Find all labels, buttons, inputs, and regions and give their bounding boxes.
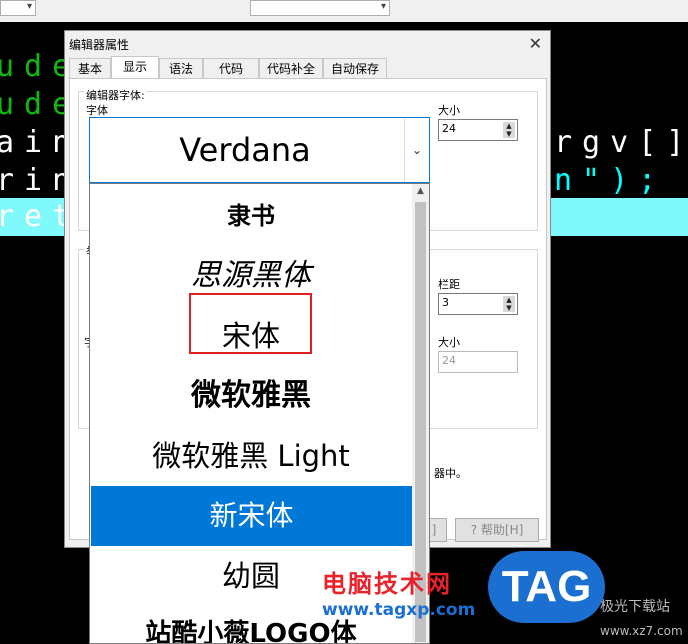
size-label: 大小 [438,104,460,117]
code-line-4-right: n"); [554,163,667,198]
tab-syntax[interactable]: 语法 [159,58,203,78]
font-option[interactable]: 微软雅黑 [90,366,412,426]
font-combobox[interactable]: Verdana ⌄ [89,117,430,183]
size2-value: 24 [442,354,456,367]
spin-buttons[interactable]: ▲ ▼ [503,122,515,138]
spin-up-icon: ▲ [503,296,515,304]
watermark-right-1: 极光下载站 [600,599,670,615]
watermark-logo: TAG [501,562,592,611]
toolbar-combo-left[interactable]: ▾ [0,0,36,16]
tab-display[interactable]: 显示 [111,56,159,78]
watermark-url: www.tagxp.com [322,600,476,620]
font-option[interactable]: 微软雅黑 Light [90,426,412,486]
size2-label: 大小 [438,336,460,349]
editor-font-group-label: 编辑器字体: [84,87,147,103]
gutter-spinner[interactable]: 3 ▲ ▼ [438,293,518,315]
toolbar-combo-right[interactable]: ▾ [250,0,390,16]
font-size-value: 24 [442,122,456,135]
gutter-value: 3 [442,296,449,309]
close-icon[interactable]: ✕ [529,34,542,53]
gutter-label: 栏距 [438,278,460,291]
note-text: 器中。 [434,467,467,480]
dialog-title: 编辑器属性 [69,38,130,52]
spin-down-icon: ▼ [503,130,515,138]
tab-code[interactable]: 代码 [203,58,259,78]
font-label: 字体 [86,104,108,117]
tab-basic[interactable]: 基本 [69,58,111,78]
tab-code-completion[interactable]: 代码补全 [259,58,323,78]
font-option[interactable]: 隶书 [90,186,412,246]
spin-buttons[interactable]: ▲ ▼ [503,296,515,312]
code-line-3-right: rgv[] [554,125,688,160]
font-size-spinner[interactable]: 24 ▲ ▼ [438,119,518,141]
chevron-down-icon: ▾ [26,1,32,12]
watermark-right-2: www.xz7.com [600,624,683,638]
spin-down-icon: ▼ [503,304,515,312]
scroll-up-icon[interactable]: ▲ [412,186,429,196]
spin-up-icon: ▲ [503,122,515,130]
font-combobox-value: Verdana [179,131,311,169]
chevron-down-icon[interactable]: ⌄ [404,118,429,182]
chevron-down-icon: ▾ [380,1,386,12]
help-button-label: 帮助[H] [480,523,524,537]
tab-autosave[interactable]: 自动保存 [323,58,387,78]
watermark-brand: 电脑技术网 [322,570,452,598]
font-option-selected[interactable]: 新宋体 [91,486,412,546]
help-button[interactable]: ? 帮助[H] [455,518,539,542]
annotation-highlight-box [189,293,312,354]
help-icon: ? [470,523,478,537]
size2-spinner[interactable]: 24 [438,351,518,373]
